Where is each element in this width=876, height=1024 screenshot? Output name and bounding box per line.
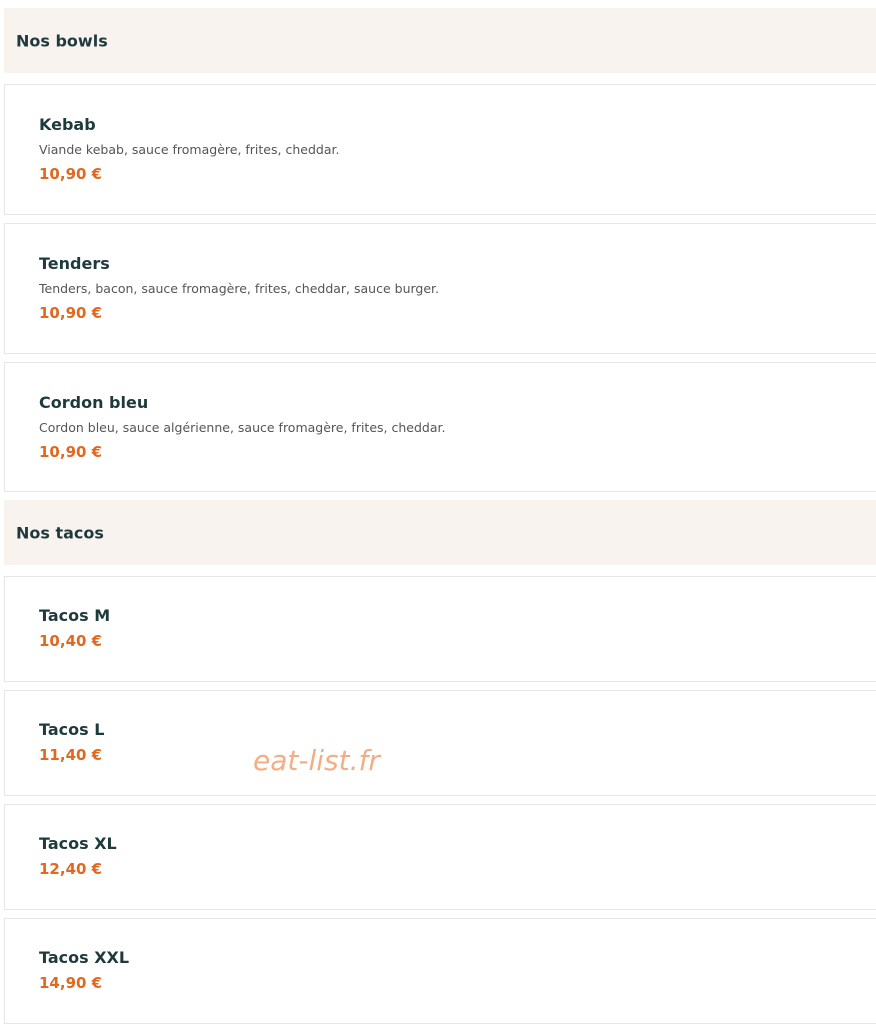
menu-item-tacos-m[interactable]: Tacos M 10,40 € [4,576,876,682]
item-price: 10,90 € [39,443,103,461]
item-description: Cordon bleu, sauce algérienne, sauce fro… [39,420,446,435]
item-price: 11,40 € [39,746,103,764]
item-price: 14,90 € [39,974,103,992]
section-title: Nos tacos [16,523,104,542]
menu-item-tacos-xxl[interactable]: Tacos XXL 14,90 € [4,918,876,1024]
item-description: Viande kebab, sauce fromagère, frites, c… [39,142,340,157]
item-name: Cordon bleu [39,393,149,412]
menu-item-cordon-bleu[interactable]: Cordon bleu Cordon bleu, sauce algérienn… [4,362,876,492]
section-header-bowls: Nos bowls [4,8,876,73]
item-price: 10,40 € [39,632,103,650]
item-description: Tenders, bacon, sauce fromagère, frites,… [39,281,439,296]
menu-item-tacos-l[interactable]: Tacos L 11,40 € [4,690,876,796]
item-name: Kebab [39,115,96,134]
item-name: Tacos M [39,606,111,625]
section-header-tacos: Nos tacos [4,500,876,565]
item-price: 10,90 € [39,165,103,183]
item-name: Tacos L [39,720,105,739]
section-title: Nos bowls [16,31,108,50]
menu-item-tacos-xl[interactable]: Tacos XL 12,40 € [4,804,876,910]
menu-item-tenders[interactable]: Tenders Tenders, bacon, sauce fromagère,… [4,223,876,354]
item-name: Tacos XL [39,834,117,853]
item-name: Tacos XXL [39,948,130,967]
item-price: 12,40 € [39,860,103,878]
menu-item-kebab[interactable]: Kebab Viande kebab, sauce fromagère, fri… [4,84,876,215]
item-price: 10,90 € [39,304,103,322]
item-name: Tenders [39,254,110,273]
watermark: eat-list.fr [253,744,380,777]
